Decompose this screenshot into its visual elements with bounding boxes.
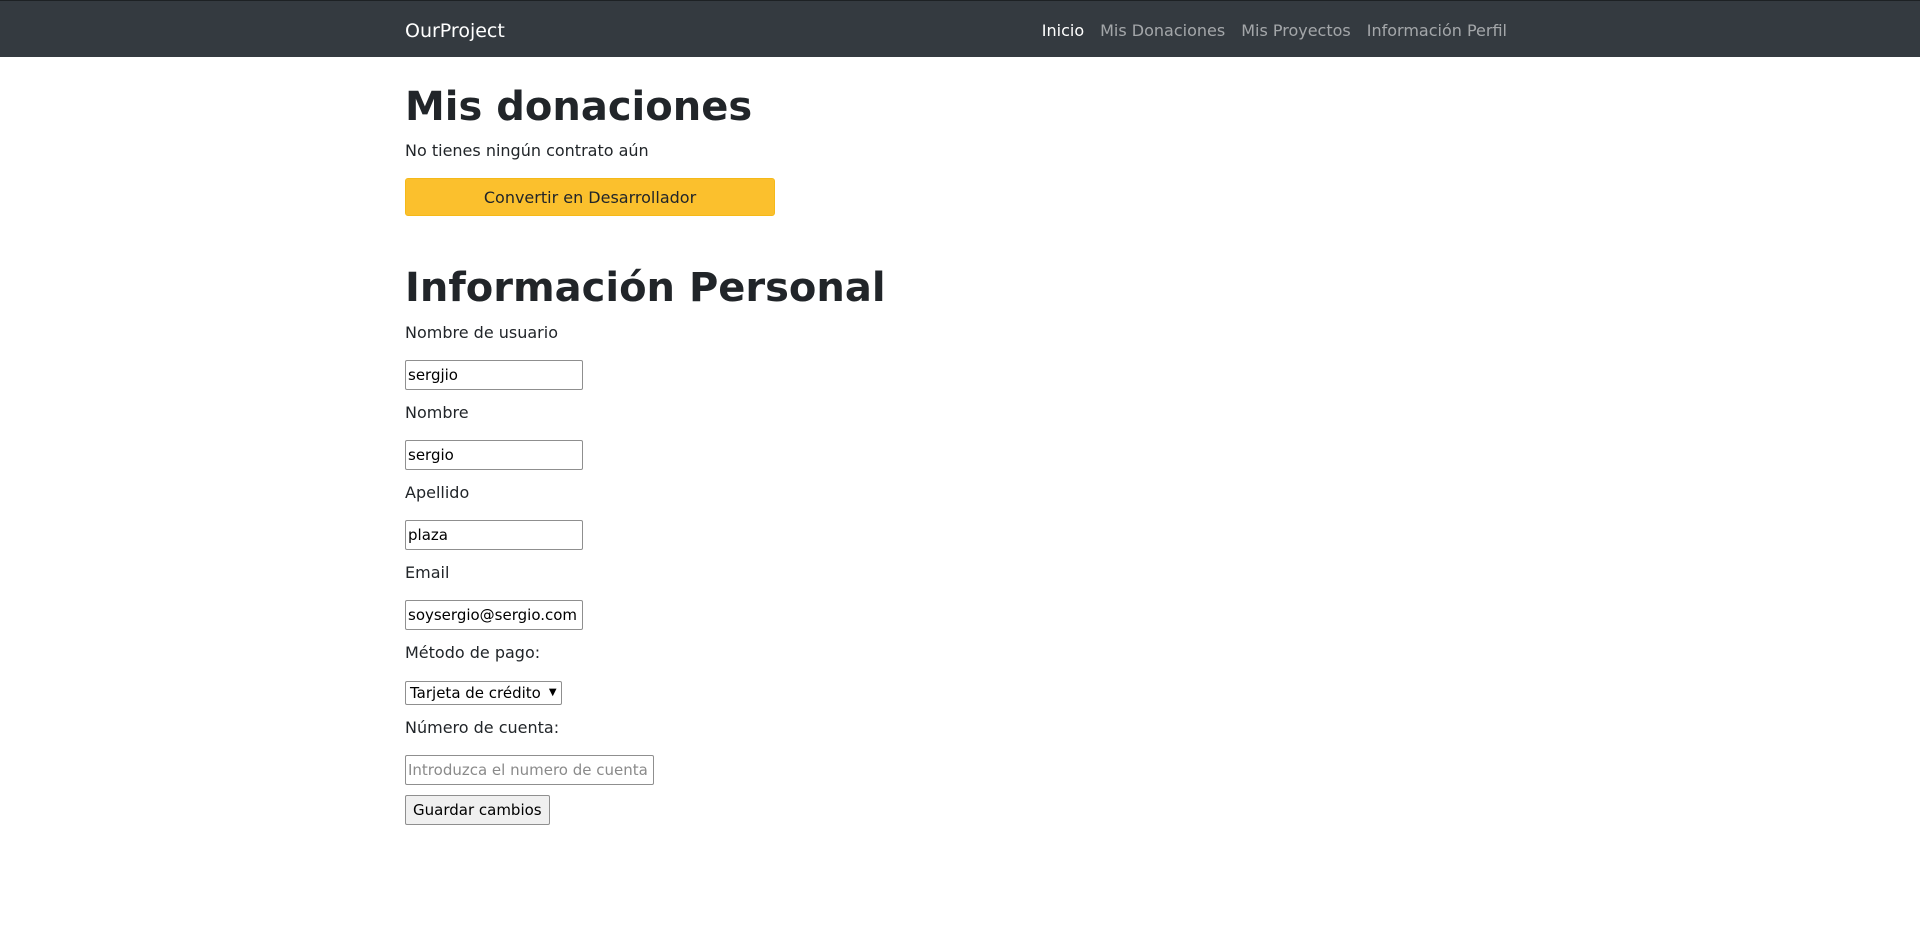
convert-developer-button[interactable]: Convertir en Desarrollador — [405, 178, 775, 216]
username-label: Nombre de usuario — [405, 323, 558, 342]
payment-method-select[interactable]: Tarjeta de crédito ▼ — [405, 681, 562, 705]
account-number-label: Número de cuenta: — [405, 718, 560, 737]
email-label: Email — [405, 563, 450, 582]
chevron-down-icon: ▼ — [548, 687, 557, 698]
username-input[interactable]: sergjio — [405, 360, 583, 390]
donations-title: Mis donaciones — [405, 84, 753, 130]
payment-method-value: Tarjeta de crédito — [410, 684, 541, 702]
no-contracts-text: No tienes ningún contrato aún — [405, 141, 649, 160]
nav-link-mis-proyectos[interactable]: Mis Proyectos — [1241, 20, 1351, 42]
nav-link-informacion-perfil[interactable]: Información Perfil — [1367, 20, 1507, 42]
personal-info-title: Información Personal — [405, 265, 886, 311]
name-label: Nombre — [405, 403, 469, 422]
nav-links: Inicio Mis Donaciones Mis Proyectos Info… — [1042, 20, 1507, 42]
brand-link[interactable]: OurProject — [405, 19, 505, 43]
name-input[interactable]: sergio — [405, 440, 583, 470]
surname-input[interactable]: plaza — [405, 520, 583, 550]
nav-link-mis-donaciones[interactable]: Mis Donaciones — [1100, 20, 1225, 42]
top-navbar: OurProject Inicio Mis Donaciones Mis Pro… — [0, 0, 1920, 57]
payment-method-label: Método de pago: — [405, 643, 541, 662]
email-input[interactable]: soysergio@sergio.com — [405, 600, 583, 630]
surname-label: Apellido — [405, 483, 470, 502]
nav-link-inicio[interactable]: Inicio — [1042, 20, 1084, 42]
account-number-input[interactable]: Introduzca el numero de cuenta — [405, 755, 654, 785]
save-changes-button[interactable]: Guardar cambios — [405, 795, 550, 825]
